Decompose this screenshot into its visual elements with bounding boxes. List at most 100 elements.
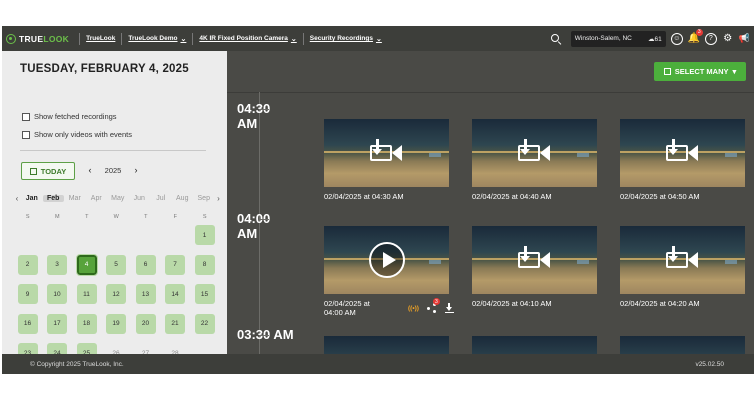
recording-thumbnail[interactable] <box>472 119 597 187</box>
caret-down-icon: ▾ <box>732 67 737 76</box>
recordings-panel: SELECT MANY ▾ 04:30 AM 02/04/2025 at 04:30… <box>227 51 754 354</box>
footer: © Copyright 2025 TrueLook, Inc. v25.02.5… <box>2 354 754 374</box>
calendar-day[interactable]: 14 <box>165 284 185 304</box>
month-apr[interactable]: Apr <box>86 195 108 202</box>
chevron-down-icon: ⌄ <box>180 35 187 43</box>
recording-card[interactable]: 02/04/2025 at 04:40 AM <box>472 119 597 201</box>
download-video-icon <box>518 246 552 272</box>
search-icon[interactable] <box>550 33 562 45</box>
download-icon[interactable] <box>444 303 454 313</box>
calendar-day[interactable]: 10 <box>47 284 67 304</box>
recording-card[interactable]: 02/04/2025 at 04:20 AM <box>620 226 745 308</box>
version-text: v25.02.50 <box>695 360 724 368</box>
time-group-label: 04:00 AM <box>237 211 271 241</box>
calendar-day[interactable]: 7 <box>165 254 185 275</box>
select-icon <box>663 68 671 75</box>
calendar-day[interactable]: 1 <box>194 225 215 245</box>
calendar-day[interactable]: 19 <box>106 313 126 334</box>
recording-card[interactable]: 02/04/2025 at 04:10 AM <box>472 226 597 308</box>
recording-card[interactable]: 02/04/2025 at 04:00 AM ((•)) 3 <box>324 226 454 317</box>
today-button[interactable]: TODAY <box>21 162 75 180</box>
download-video-icon <box>666 139 700 165</box>
calendar-day[interactable]: 6 <box>135 254 156 275</box>
calendar-day[interactable]: 9 <box>17 284 38 304</box>
recording-card[interactable]: 02/04/2025 at 04:50 AM <box>620 119 745 201</box>
recording-card[interactable] <box>472 336 597 354</box>
calendar-icon <box>29 167 37 175</box>
month-feb[interactable]: Feb <box>42 195 64 202</box>
calendar-day[interactable]: 20 <box>135 313 156 334</box>
calendar-day[interactable]: 21 <box>165 313 185 334</box>
announcement-icon[interactable]: 📢 <box>739 33 750 44</box>
calendar-day[interactable]: 17 <box>47 313 67 334</box>
play-icon[interactable] <box>369 242 405 278</box>
account-icon[interactable]: ☺ <box>670 32 683 45</box>
calendar-day[interactable]: 3 <box>47 254 67 275</box>
month-mar[interactable]: Mar <box>64 195 86 202</box>
app-window: TRUE LOOK TrueLook TrueLook Demo ⌄ 4K IR F… <box>2 26 754 374</box>
recording-thumbnail[interactable] <box>324 226 449 294</box>
breadcrumb-truelook-demo[interactable]: TrueLook Demo ⌄ <box>128 35 186 43</box>
recording-card[interactable] <box>620 336 745 354</box>
calendar-day[interactable]: 16 <box>17 313 38 334</box>
gear-icon[interactable]: ⚙ <box>722 33 734 45</box>
month-jan[interactable]: Jan <box>21 195 43 202</box>
recording-caption: 02/04/2025 at 04:40 AM <box>472 192 552 201</box>
calendar-sidebar: TUESDAY, FEBRUARY 4, 2025 Show fetched r… <box>2 51 227 363</box>
breadcrumb-security-recordings[interactable]: Security Recordings ⌄ <box>310 35 382 43</box>
weekday-header: SMTWTFS <box>13 214 220 220</box>
download-video-icon <box>666 246 700 272</box>
recording-thumbnail[interactable] <box>472 226 597 294</box>
month-jun[interactable]: Jun <box>129 195 151 202</box>
prev-month-arrow[interactable]: ‹ <box>13 194 21 203</box>
copyright-text: © Copyright 2025 TrueLook, Inc. <box>30 360 124 368</box>
prev-year-button[interactable]: ‹ <box>84 165 96 175</box>
year-navigator: ‹ 2025 › <box>84 165 142 175</box>
calendar-day[interactable]: 15 <box>194 284 215 304</box>
recording-caption: 02/04/2025 at 04:30 AM <box>324 192 404 201</box>
next-year-button[interactable]: › <box>130 165 142 175</box>
truelook-logo[interactable]: TRUE LOOK <box>6 33 69 44</box>
calendar-day[interactable]: 18 <box>76 313 97 334</box>
logo-ring-icon <box>6 33 16 44</box>
recording-card[interactable]: 02/04/2025 at 04:30 AM <box>324 119 449 201</box>
month-aug[interactable]: Aug <box>172 195 194 202</box>
show-fetched-checkbox[interactable]: Show fetched recordings <box>22 112 117 121</box>
share-count-badge: 3 <box>432 298 440 305</box>
share-icon[interactable]: 3 <box>426 298 440 313</box>
weekday-label: S <box>25 214 30 220</box>
recording-thumbnail[interactable] <box>620 336 745 354</box>
bell-icon[interactable]: 🔔 3 <box>688 28 703 45</box>
recording-thumbnail[interactable] <box>324 119 449 187</box>
checkbox-box[interactable] <box>22 112 30 121</box>
weekday-label: S <box>202 214 207 220</box>
month-sep[interactable]: Sep <box>193 195 215 202</box>
checkbox-box[interactable] <box>22 130 30 139</box>
recording-thumbnail[interactable] <box>620 119 745 187</box>
calendar-day[interactable]: 22 <box>194 313 215 334</box>
month-jul[interactable]: Jul <box>150 195 172 202</box>
download-video-icon <box>370 139 404 165</box>
weather-location-box: Winston-Salem, NC ☁61 <box>570 30 666 47</box>
calendar-day[interactable]: 11 <box>76 284 97 304</box>
calendar-day-selected[interactable]: 4 <box>75 253 98 276</box>
select-many-button[interactable]: SELECT MANY ▾ <box>654 62 746 81</box>
recording-caption: 02/04/2025 at 04:50 AM <box>620 192 700 201</box>
breadcrumb-camera[interactable]: 4K IR Fixed Position Camera ⌄ <box>199 35 296 43</box>
show-events-checkbox[interactable]: Show only videos with events <box>22 130 132 139</box>
calendar-day[interactable]: 2 <box>17 254 38 275</box>
year-label: 2025 <box>104 165 122 175</box>
calendar-day[interactable]: 8 <box>194 254 215 275</box>
help-icon[interactable]: ? <box>704 32 717 45</box>
weekday-label: M <box>54 214 60 220</box>
next-month-arrow[interactable]: › <box>215 194 223 203</box>
calendar-day[interactable]: 13 <box>135 284 156 304</box>
recording-thumbnail[interactable] <box>620 226 745 294</box>
recording-thumbnail[interactable] <box>472 336 597 354</box>
recording-thumbnail[interactable] <box>324 336 449 354</box>
calendar-day[interactable]: 12 <box>106 284 126 304</box>
recording-card[interactable] <box>324 336 449 354</box>
breadcrumb-truelook[interactable]: TrueLook <box>86 35 115 42</box>
calendar-day[interactable]: 5 <box>106 254 126 275</box>
month-may[interactable]: May <box>107 195 129 202</box>
